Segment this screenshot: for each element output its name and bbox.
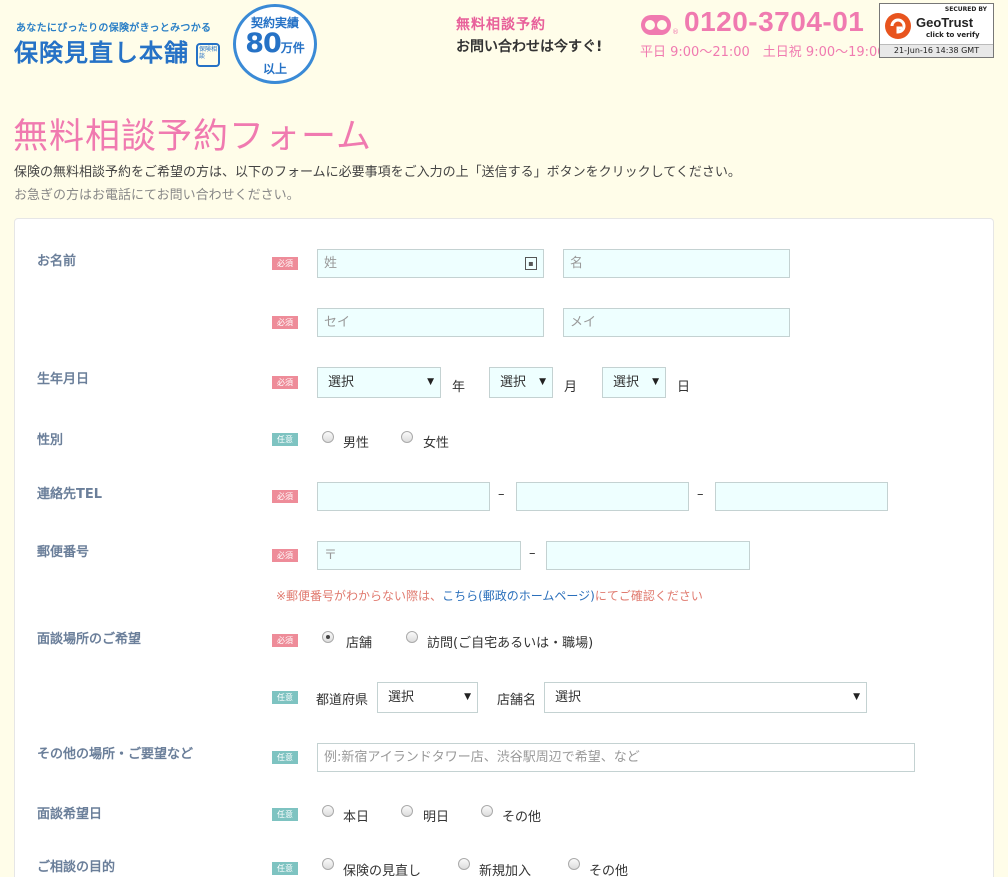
phone-number[interactable]: 0120-3704-01 bbox=[684, 6, 864, 38]
required-tag: 必須 bbox=[272, 490, 298, 503]
place-store-radio[interactable] bbox=[322, 631, 334, 643]
date-today-label[interactable]: 本日 bbox=[343, 806, 369, 825]
purpose-review-radio[interactable] bbox=[322, 858, 334, 870]
postal-lookup-link[interactable]: こちら(郵政のホームページ) bbox=[442, 589, 595, 603]
required-tag: 必須 bbox=[272, 634, 298, 647]
consult-subtitle: お問い合わせは今すぐ! bbox=[456, 39, 603, 55]
name-label: お名前 bbox=[37, 254, 77, 269]
gender-male-label[interactable]: 男性 bbox=[343, 432, 369, 451]
required-tag: 必須 bbox=[272, 257, 298, 270]
last-name-kana-placeholder: セイ bbox=[324, 315, 351, 330]
postal-placeholder: 〒 bbox=[324, 548, 338, 563]
dropdown-arrow-icon: ▼ bbox=[652, 377, 659, 387]
dropdown-arrow-icon: ▼ bbox=[464, 692, 471, 702]
dropdown-arrow-icon: ▼ bbox=[853, 692, 860, 702]
badge-number: 80万件 bbox=[245, 28, 305, 59]
gender-female-label[interactable]: 女性 bbox=[423, 432, 449, 451]
intro-note: お急ぎの方はお電話にてお問い合わせください。 bbox=[14, 188, 300, 203]
first-name-kana-input[interactable]: メイ bbox=[563, 308, 790, 337]
birth-month-select[interactable]: 選択 ▼ bbox=[489, 367, 553, 398]
dropdown-arrow-icon: ▼ bbox=[539, 377, 546, 387]
place-visit-label[interactable]: 訪問(ご自宅あるいは・職場) bbox=[427, 632, 593, 651]
date-tomorrow-label[interactable]: 明日 bbox=[423, 806, 449, 825]
month-unit: 月 bbox=[564, 380, 578, 395]
birth-year-select[interactable]: 選択 ▼ bbox=[317, 367, 441, 398]
optional-tag: 任意 bbox=[272, 751, 298, 764]
site-header: あなたにぴったりの保険がきっとみつかる 保険見直し本舗 保険相談 契約実績 80… bbox=[0, 0, 1008, 90]
phone-hours: 平日 9:00～21:00 土日祝 9:00～19:00 bbox=[640, 45, 886, 60]
optional-tag: 任意 bbox=[272, 862, 298, 875]
badge-bottom-text: 以上 bbox=[262, 62, 287, 76]
tel-separator: – bbox=[498, 487, 505, 502]
optional-tag: 任意 bbox=[272, 808, 298, 821]
geotrust-seal[interactable]: SECURED BY GeoTrust click to verify 21-J… bbox=[879, 3, 994, 58]
year-unit: 年 bbox=[452, 380, 466, 395]
date-other-label[interactable]: その他 bbox=[502, 806, 541, 825]
place-store-label[interactable]: 店舗 bbox=[346, 632, 372, 651]
optional-tag: 任意 bbox=[272, 433, 298, 446]
postal-separator: – bbox=[529, 546, 536, 561]
other-place-input[interactable]: 例:新宿アイランドタワー店、渋谷駅周辺で希望、など bbox=[317, 743, 915, 772]
purpose-label: ご相談の目的 bbox=[37, 860, 116, 875]
gender-label: 性別 bbox=[37, 433, 64, 448]
consult-title: 無料相談予約 bbox=[456, 17, 546, 33]
first-name-kana-placeholder: メイ bbox=[570, 315, 597, 330]
tel-part2-input[interactable] bbox=[516, 482, 689, 511]
logo-stamp: 保険相談 bbox=[196, 43, 220, 67]
date-today-radio[interactable] bbox=[322, 805, 334, 817]
seal-brand: GeoTrust bbox=[916, 15, 974, 30]
freedial-icon: ® bbox=[641, 15, 679, 36]
dropdown-arrow-icon: ▼ bbox=[427, 377, 434, 387]
last-name-input[interactable]: 姓 ▪ bbox=[317, 249, 544, 278]
purpose-other-label[interactable]: その他 bbox=[589, 860, 628, 877]
place-visit-radio[interactable] bbox=[406, 631, 418, 643]
tel-part3-input[interactable] bbox=[715, 482, 888, 511]
seal-secured-text: SECURED BY bbox=[944, 6, 987, 13]
birth-date-label: 生年月日 bbox=[37, 372, 90, 387]
page-title: 無料相談予約フォーム bbox=[13, 117, 372, 157]
postal-part2-input[interactable] bbox=[546, 541, 750, 570]
required-tag: 必須 bbox=[272, 376, 298, 389]
contract-record-badge: 契約実績 80万件 以上 bbox=[233, 4, 317, 84]
prefecture-select[interactable]: 選択 ▼ bbox=[377, 682, 478, 713]
date-other-radio[interactable] bbox=[481, 805, 493, 817]
first-name-placeholder: 名 bbox=[570, 256, 584, 271]
store-select[interactable]: 選択 ▼ bbox=[544, 682, 867, 713]
seal-date: 21-Jun-16 14:38 GMT bbox=[880, 44, 993, 57]
other-place-placeholder: 例:新宿アイランドタワー店、渋谷駅周辺で希望、など bbox=[324, 750, 640, 765]
intro-text: 保険の無料相談予約をご希望の方は、以下のフォームに必要事項をご入力の上「送信する… bbox=[14, 165, 741, 180]
seal-click-text: click to verify bbox=[926, 31, 980, 39]
last-name-kana-input[interactable]: セイ bbox=[317, 308, 544, 337]
logo-tagline: あなたにぴったりの保険がきっとみつかる bbox=[16, 23, 212, 34]
registered-mark: ® bbox=[672, 28, 679, 36]
purpose-review-label[interactable]: 保険の見直し bbox=[343, 860, 421, 877]
gender-female-radio[interactable] bbox=[401, 431, 413, 443]
gender-male-radio[interactable] bbox=[322, 431, 334, 443]
geotrust-logo-icon bbox=[885, 13, 911, 39]
purpose-other-radio[interactable] bbox=[568, 858, 580, 870]
date-tomorrow-radio[interactable] bbox=[401, 805, 413, 817]
tel-separator: – bbox=[697, 487, 704, 502]
postal-note: ※郵便番号がわからない際は、こちら(郵政のホームページ)にてご確認ください bbox=[276, 589, 703, 603]
postal-label: 郵便番号 bbox=[37, 545, 90, 560]
first-name-input[interactable]: 名 bbox=[563, 249, 790, 278]
contact-card-icon[interactable]: ▪ bbox=[525, 257, 537, 270]
purpose-new-label[interactable]: 新規加入 bbox=[479, 860, 531, 877]
required-tag: 必須 bbox=[272, 316, 298, 329]
interview-date-label: 面談希望日 bbox=[37, 807, 103, 822]
store-name-label: 店舗名 bbox=[497, 693, 537, 708]
interview-place-label: 面談場所のご希望 bbox=[37, 632, 142, 647]
tel-part1-input[interactable] bbox=[317, 482, 490, 511]
site-logo[interactable]: 保険見直し本舗 bbox=[14, 33, 189, 68]
prefecture-label: 都道府県 bbox=[316, 693, 369, 708]
birth-day-select[interactable]: 選択 ▼ bbox=[602, 367, 666, 398]
tel-label: 連絡先TEL bbox=[37, 487, 103, 502]
purpose-new-radio[interactable] bbox=[458, 858, 470, 870]
optional-tag: 任意 bbox=[272, 691, 298, 704]
required-tag: 必須 bbox=[272, 549, 298, 562]
last-name-placeholder: 姓 bbox=[324, 256, 338, 271]
day-unit: 日 bbox=[677, 380, 691, 395]
postal-part1-input[interactable]: 〒 bbox=[317, 541, 521, 570]
other-place-label: その他の場所・ご要望など bbox=[37, 747, 194, 762]
